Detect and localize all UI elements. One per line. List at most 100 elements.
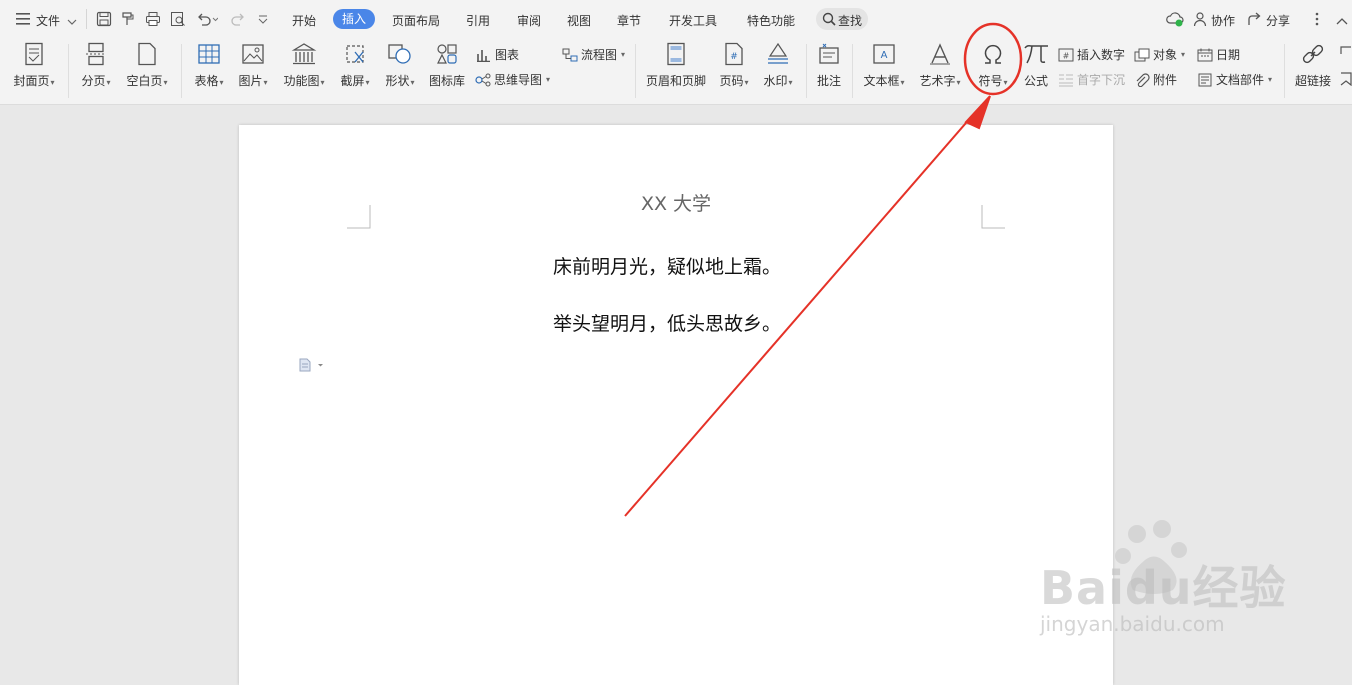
tab-page-layout[interactable]: 页面布局 — [392, 12, 440, 29]
doc-parts-icon — [1198, 73, 1212, 86]
tab-special-features[interactable]: 特色功能 — [747, 12, 795, 29]
hyperlink-label: 超链接 — [1294, 74, 1331, 88]
formula-button[interactable]: 公式 — [1020, 42, 1052, 89]
poem-line-2: 举头望明月，低头思故乡。 — [553, 313, 782, 335]
paragraph-layout-icon[interactable] — [299, 358, 325, 375]
search-box[interactable]: 查找 — [816, 8, 868, 30]
flowchart-label: 流程图 — [581, 48, 618, 62]
function-chart-button[interactable]: 功能图▾ — [280, 42, 328, 89]
shapes-button[interactable]: 形状▾ — [381, 42, 419, 89]
table-icon — [198, 44, 220, 64]
save-icon[interactable] — [96, 11, 112, 30]
redo-icon[interactable] — [230, 11, 246, 30]
drop-cap-button[interactable]: 首字下沉 — [1058, 71, 1125, 88]
screenshot-label: 截屏 — [340, 74, 365, 88]
hamburger-icon[interactable] — [16, 13, 30, 28]
icon-library-button[interactable]: 图标库 — [426, 42, 468, 89]
page-number-button[interactable]: # 页码▾ — [714, 42, 754, 89]
chart-label: 图表 — [495, 48, 520, 62]
chart-button[interactable]: 图表 — [476, 46, 519, 63]
wordart-icon — [930, 43, 950, 65]
tab-home[interactable]: 开始 — [292, 12, 316, 29]
format-painter-icon[interactable] — [120, 11, 136, 30]
tab-section[interactable]: 章节 — [617, 12, 641, 29]
chevron-down-icon[interactable] — [67, 15, 77, 29]
tab-references[interactable]: 引用 — [466, 12, 490, 29]
mindmap-button[interactable]: 思维导图 ▾ — [475, 71, 550, 88]
header-footer-icon — [667, 42, 685, 66]
mindmap-icon — [475, 73, 491, 86]
customize-quick-access-icon[interactable] — [258, 14, 268, 28]
page-number-label: 页码 — [719, 74, 744, 88]
comment-button[interactable]: 批注 — [812, 42, 846, 89]
share-icon[interactable] — [1247, 11, 1263, 30]
screenshot-button[interactable]: 截屏▾ — [336, 42, 374, 89]
header-footer-label: 页眉和页脚 — [645, 74, 706, 88]
watermark-button[interactable]: 水印▾ — [758, 42, 798, 89]
collaborate-button[interactable]: 协作 — [1211, 12, 1235, 29]
shapes-icon — [388, 44, 411, 64]
table-button[interactable]: 表格▾ — [190, 42, 228, 89]
object-icon — [1134, 48, 1150, 61]
bookmark-icon[interactable] — [1340, 72, 1352, 89]
paperclip-icon — [1136, 72, 1150, 87]
icon-library-icon — [437, 44, 457, 64]
page-number-icon: # — [725, 42, 743, 66]
blank-page-button[interactable]: 空白页▾ — [122, 42, 172, 89]
tab-insert[interactable]: 插入 — [333, 9, 376, 29]
drop-cap-label: 首字下沉 — [1077, 73, 1126, 87]
collaborate-icon[interactable] — [1193, 11, 1209, 30]
collapse-ribbon-icon[interactable] — [1336, 14, 1348, 28]
print-icon[interactable] — [145, 11, 161, 30]
calendar-icon — [1197, 48, 1213, 61]
cloud-sync-icon[interactable] — [1166, 11, 1184, 30]
cover-page-icon — [25, 42, 43, 66]
share-button[interactable]: 分享 — [1266, 12, 1290, 29]
tab-view[interactable]: 视图 — [567, 12, 591, 29]
cover-page-button[interactable]: 封面页▾ — [10, 42, 58, 89]
picture-icon — [242, 44, 264, 64]
textbox-label: 文本框 — [863, 74, 900, 88]
date-button[interactable]: 日期 — [1197, 46, 1240, 63]
pi-icon — [1024, 45, 1048, 64]
search-icon — [822, 12, 836, 29]
print-preview-icon[interactable] — [170, 11, 186, 30]
insert-number-button[interactable]: # 插入数字 — [1058, 46, 1125, 63]
divider — [635, 44, 636, 98]
textbox-icon: A — [873, 44, 895, 64]
svg-text:A: A — [881, 50, 888, 61]
flowchart-button[interactable]: 流程图 ▾ — [562, 46, 625, 63]
watermark-brand: Baidu经验 — [1040, 561, 1287, 615]
doc-parts-button[interactable]: 文档部件 ▾ — [1197, 71, 1272, 88]
header-footer-button[interactable]: 页眉和页脚 — [644, 42, 708, 89]
drop-cap-icon — [1059, 74, 1073, 86]
divider — [806, 44, 807, 98]
link-icon — [1302, 44, 1324, 64]
document-page[interactable]: XX 大学 床前明月光，疑似地上霜。 举头望明月，低头思故乡。 — [239, 125, 1113, 685]
shapes-label: 形状 — [385, 74, 410, 88]
page-break-button[interactable]: 分页▾ — [76, 42, 116, 89]
divider — [1284, 44, 1285, 98]
divider — [852, 44, 853, 98]
object-button[interactable]: 对象 ▾ — [1134, 46, 1185, 63]
undo-icon[interactable] — [196, 11, 219, 30]
cross-reference-icon[interactable] — [1340, 46, 1352, 63]
date-label: 日期 — [1216, 48, 1241, 62]
symbol-button[interactable]: 符号▾ — [972, 42, 1014, 89]
picture-label: 图片 — [238, 74, 263, 88]
function-chart-icon — [291, 43, 317, 65]
comment-icon — [819, 43, 839, 64]
attachment-button[interactable]: 附件 — [1134, 71, 1177, 88]
symbol-label: 符号 — [978, 74, 1003, 88]
picture-button[interactable]: 图片▾ — [234, 42, 272, 89]
cover-page-label: 封面页 — [13, 74, 50, 88]
more-options-icon[interactable] — [1315, 12, 1319, 29]
wordart-button[interactable]: 艺术字▾ — [916, 42, 964, 89]
hyperlink-button[interactable]: 超链接 — [1292, 42, 1334, 89]
watermark-icon — [768, 42, 788, 64]
file-menu[interactable]: 文件 — [36, 12, 60, 29]
tab-developer[interactable]: 开发工具 — [669, 12, 717, 29]
comment-label: 批注 — [816, 74, 841, 88]
textbox-button[interactable]: A 文本框▾ — [860, 42, 908, 89]
tab-review[interactable]: 审阅 — [517, 12, 541, 29]
